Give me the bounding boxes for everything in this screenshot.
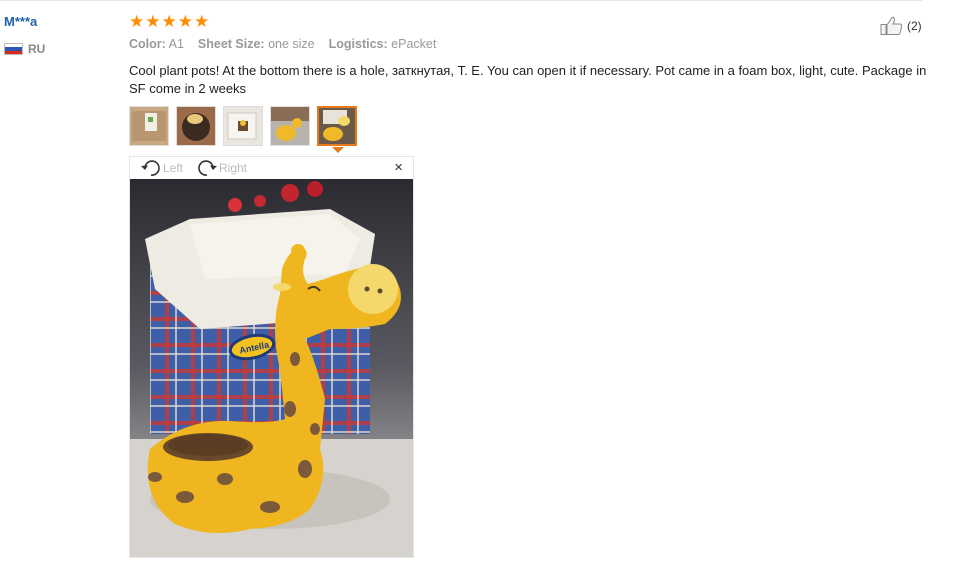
star-icon: ★ xyxy=(129,12,145,31)
photo-thumbnail-3[interactable] xyxy=(223,106,263,146)
sku-attributes: Color: A1 Sheet Size: one size Logistics… xyxy=(129,37,436,51)
country-code: RU xyxy=(28,42,46,56)
attr-sheet-size: Sheet Size: one size xyxy=(197,37,315,51)
photo-viewer: Left Right × Antella xyxy=(129,156,414,558)
review-text: Cool plant pots! At the bottom there is … xyxy=(129,63,927,96)
star-icon: ★ xyxy=(145,12,161,31)
attr-logistics: Logistics: ePacket xyxy=(328,37,437,51)
rotate-left-button[interactable]: Left xyxy=(140,159,183,177)
star-rating: ★ ★ ★ ★ ★ xyxy=(129,13,209,30)
close-viewer-button[interactable]: × xyxy=(394,159,403,176)
review-photo: Antella xyxy=(130,179,413,557)
photo-thumbnail-5[interactable] xyxy=(317,106,357,146)
reviewer-name[interactable]: M***a xyxy=(4,14,37,29)
active-thumbnail-pointer xyxy=(332,147,344,153)
photo-viewer-toolbar: Left Right × xyxy=(130,157,413,179)
star-icon: ★ xyxy=(194,12,210,31)
reviewer-country: RU xyxy=(4,42,45,56)
photo-thumbnail-4[interactable] xyxy=(270,106,310,146)
rotate-left-label: Left xyxy=(163,161,184,175)
rotate-right-button[interactable]: Right xyxy=(196,159,247,177)
top-divider xyxy=(0,0,922,1)
photo-thumbnail-1[interactable] xyxy=(129,106,169,146)
thumbs-up-icon xyxy=(880,16,903,35)
helpful-count: (2) xyxy=(907,19,922,33)
star-icon: ★ xyxy=(177,12,193,31)
attr-color: Color: A1 xyxy=(129,37,184,51)
russia-flag-icon xyxy=(4,43,23,55)
rotate-right-icon xyxy=(198,160,217,176)
star-icon: ★ xyxy=(161,12,177,31)
rotate-left-icon xyxy=(141,160,160,176)
photo-thumbnails xyxy=(129,106,364,146)
helpful-button[interactable]: (2) xyxy=(880,16,922,36)
rotate-right-label: Right xyxy=(219,161,248,175)
photo-thumbnail-2[interactable] xyxy=(176,106,216,146)
